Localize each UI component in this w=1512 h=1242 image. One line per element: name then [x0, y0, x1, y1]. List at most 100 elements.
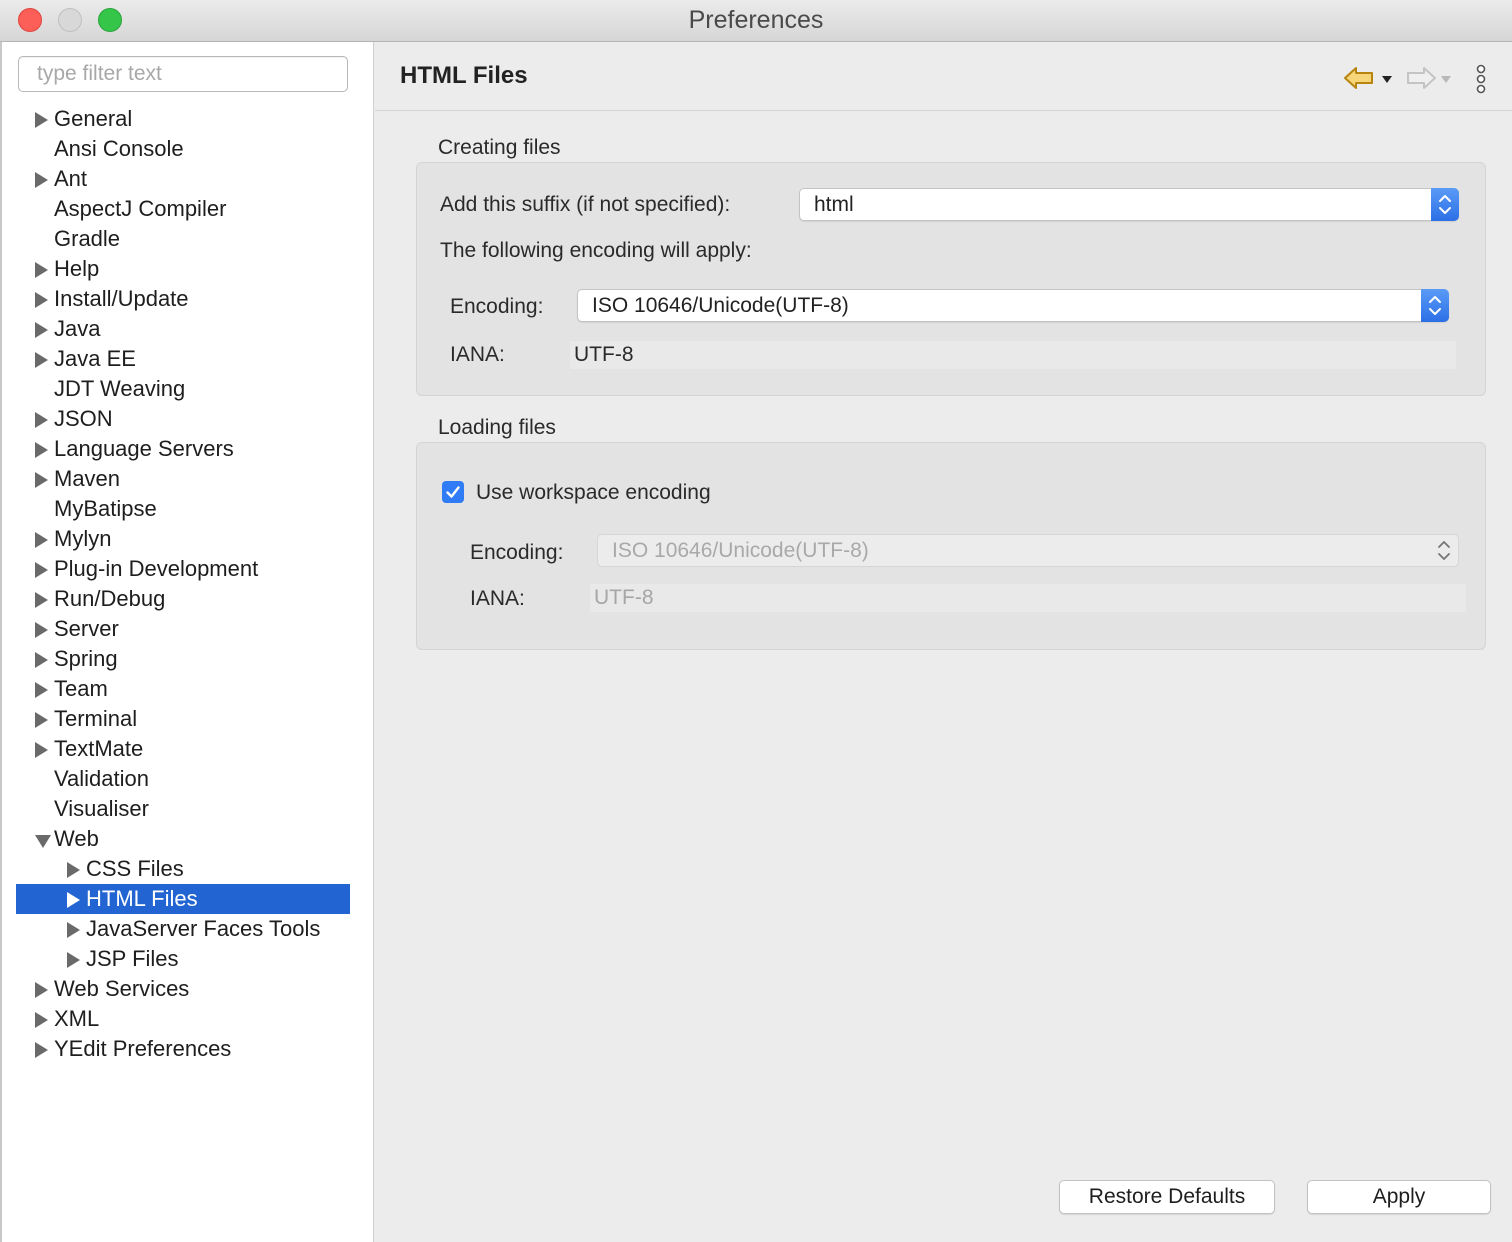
collapsed-triangle-icon[interactable]: [35, 532, 48, 548]
tree-item-server[interactable]: Server: [16, 614, 350, 644]
tree-item-html-files[interactable]: HTML Files: [16, 884, 350, 914]
forward-arrow-icon[interactable]: [1405, 64, 1437, 92]
suffix-label: Add this suffix (if not specified):: [440, 193, 731, 216]
creating-encoding-stepper[interactable]: [1421, 289, 1449, 322]
collapsed-triangle-icon[interactable]: [35, 352, 48, 368]
collapsed-triangle-icon[interactable]: [35, 322, 48, 338]
expanded-triangle-icon[interactable]: [35, 835, 51, 848]
restore-defaults-button[interactable]: Restore Defaults: [1059, 1180, 1275, 1214]
tree-item-label: CSS Files: [86, 856, 184, 881]
tree-item-plug-in-development[interactable]: Plug-in Development: [16, 554, 350, 584]
creating-iana-value: UTF-8: [570, 341, 1456, 369]
loading-iana-value: UTF-8: [590, 584, 1466, 612]
window-titlebar: Preferences: [0, 0, 1512, 42]
collapsed-triangle-icon[interactable]: [35, 292, 48, 308]
collapsed-triangle-icon[interactable]: [35, 682, 48, 698]
tree-item-label: Java: [54, 316, 101, 341]
tree-item-terminal[interactable]: Terminal: [16, 704, 350, 734]
tree-item-label: YEdit Preferences: [54, 1036, 232, 1061]
tree-item-mybatipse[interactable]: MyBatipse: [16, 494, 350, 524]
collapsed-triangle-icon[interactable]: [35, 472, 48, 488]
tree-item-run-debug[interactable]: Run/Debug: [16, 584, 350, 614]
apply-button[interactable]: Apply: [1307, 1180, 1491, 1214]
tree-item-java[interactable]: Java: [16, 314, 350, 344]
tree-item-label: Run/Debug: [54, 586, 166, 611]
tree-item-css-files[interactable]: CSS Files: [16, 854, 350, 884]
tree-item-xml[interactable]: XML: [16, 1004, 350, 1034]
tree-item-javaserver-faces-tools[interactable]: JavaServer Faces Tools: [16, 914, 350, 944]
loading-iana-label: IANA:: [470, 587, 525, 610]
creating-encoding-select[interactable]: ISO 10646/Unicode(UTF-8): [577, 289, 1449, 322]
tree-item-label: Maven: [54, 466, 121, 491]
collapsed-triangle-icon[interactable]: [67, 862, 80, 878]
collapsed-triangle-icon[interactable]: [35, 412, 48, 428]
suffix-select-stepper[interactable]: [1431, 188, 1459, 221]
tree-item-java-ee[interactable]: Java EE: [16, 344, 350, 374]
collapsed-triangle-icon[interactable]: [35, 442, 48, 458]
tree-item-label: Spring: [54, 646, 118, 671]
tree-item-label: Java EE: [54, 346, 136, 371]
tree-item-ansi-console[interactable]: Ansi Console: [16, 134, 350, 164]
suffix-select-value: html: [814, 193, 854, 216]
tree-item-ant[interactable]: Ant: [16, 164, 350, 194]
collapsed-triangle-icon[interactable]: [35, 982, 48, 998]
tree-item-label: MyBatipse: [54, 496, 157, 521]
collapsed-triangle-icon[interactable]: [35, 1012, 48, 1028]
collapsed-triangle-icon[interactable]: [35, 112, 48, 128]
collapsed-triangle-icon[interactable]: [67, 952, 80, 968]
loading-encoding-label: Encoding:: [470, 541, 564, 564]
tree-item-maven[interactable]: Maven: [16, 464, 350, 494]
preference-page: HTML Files Creating files Add this suffi…: [375, 42, 1512, 1242]
collapsed-triangle-icon[interactable]: [35, 712, 48, 728]
tree-item-json[interactable]: JSON: [16, 404, 350, 434]
encoding-note: The following encoding will apply:: [440, 239, 752, 262]
tree-item-mylyn[interactable]: Mylyn: [16, 524, 350, 554]
back-history-dropdown-icon[interactable]: [1382, 76, 1392, 83]
suffix-select[interactable]: html: [799, 188, 1459, 221]
tree-item-gradle[interactable]: Gradle: [16, 224, 350, 254]
forward-history-dropdown-icon[interactable]: [1441, 76, 1451, 83]
tree-item-label: XML: [54, 1006, 100, 1031]
loading-encoding-value: ISO 10646/Unicode(UTF-8): [612, 539, 869, 562]
tree-item-spring[interactable]: Spring: [16, 644, 350, 674]
collapsed-triangle-icon[interactable]: [35, 652, 48, 668]
collapsed-triangle-icon[interactable]: [35, 562, 48, 578]
tree-item-web-services[interactable]: Web Services: [16, 974, 350, 1004]
tree-item-jsp-files[interactable]: JSP Files: [16, 944, 350, 974]
collapsed-triangle-icon[interactable]: [35, 262, 48, 278]
tree-item-aspectj-compiler[interactable]: AspectJ Compiler: [16, 194, 350, 224]
creating-files-group: Add this suffix (if not specified): html…: [416, 162, 1486, 396]
tree-item-label: JSP Files: [86, 946, 179, 971]
tree-item-validation[interactable]: Validation: [16, 764, 350, 794]
tree-item-label: TextMate: [54, 736, 144, 761]
tree-item-visualiser[interactable]: Visualiser: [16, 794, 350, 824]
filter-input[interactable]: [18, 56, 348, 92]
tree-item-team[interactable]: Team: [16, 674, 350, 704]
tree-item-web[interactable]: Web: [16, 824, 350, 854]
tree-item-label: Team: [54, 676, 108, 701]
tree-item-language-servers[interactable]: Language Servers: [16, 434, 350, 464]
view-menu-icon[interactable]: [1475, 64, 1487, 96]
collapsed-triangle-icon[interactable]: [35, 592, 48, 608]
tree-item-yedit-preferences[interactable]: YEdit Preferences: [16, 1034, 350, 1064]
collapsed-triangle-icon[interactable]: [35, 742, 48, 758]
back-arrow-icon[interactable]: [1343, 64, 1375, 92]
tree-item-general[interactable]: General: [16, 104, 350, 134]
collapsed-triangle-icon[interactable]: [35, 172, 48, 188]
tree-item-label: AspectJ Compiler: [54, 196, 227, 221]
tree-item-help[interactable]: Help: [16, 254, 350, 284]
use-workspace-encoding-label[interactable]: Use workspace encoding: [476, 481, 711, 505]
tree-item-textmate[interactable]: TextMate: [16, 734, 350, 764]
creating-files-section-label: Creating files: [438, 136, 561, 159]
tree-item-label: JavaServer Faces Tools: [86, 916, 321, 941]
collapsed-triangle-icon[interactable]: [35, 622, 48, 638]
collapsed-triangle-icon[interactable]: [67, 922, 80, 938]
collapsed-triangle-icon[interactable]: [35, 1042, 48, 1058]
tree-item-label: JDT Weaving: [54, 376, 186, 401]
tree-item-install-update[interactable]: Install/Update: [16, 284, 350, 314]
tree-item-label: Visualiser: [54, 796, 149, 821]
up-down-chevron-icon: [1429, 296, 1441, 315]
collapsed-triangle-icon[interactable]: [67, 892, 80, 908]
use-workspace-encoding-checkbox[interactable]: [442, 481, 464, 503]
tree-item-jdt-weaving[interactable]: JDT Weaving: [16, 374, 350, 404]
